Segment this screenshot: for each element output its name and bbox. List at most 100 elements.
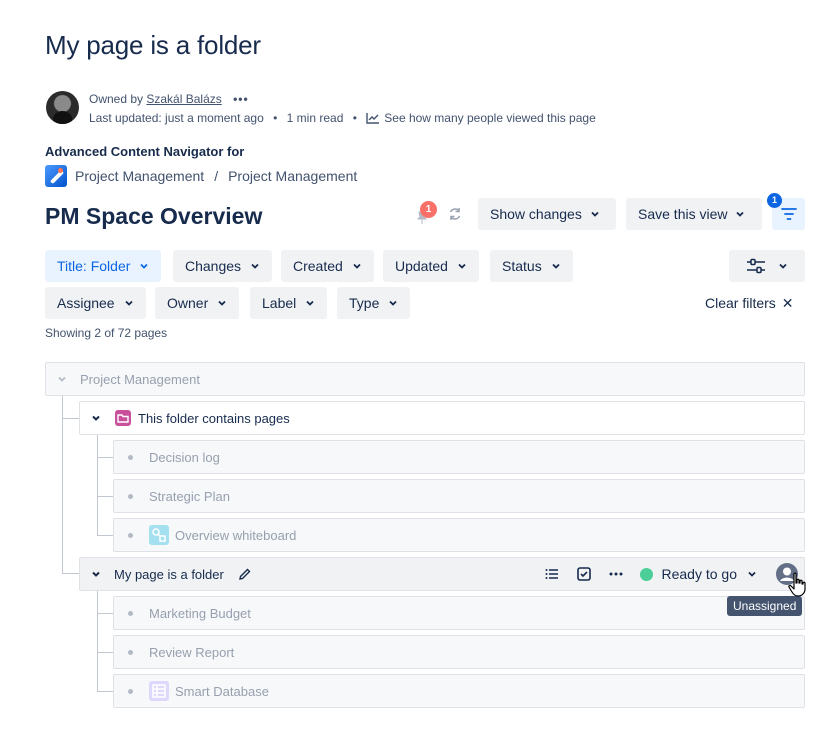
list-icon[interactable] bbox=[544, 566, 560, 582]
page-title: My page is a folder bbox=[45, 30, 261, 60]
chevron-down-icon bbox=[779, 263, 787, 269]
tree-row-label: Review Report bbox=[149, 644, 235, 660]
filter-type[interactable]: Type bbox=[337, 287, 411, 319]
owner-avatar[interactable] bbox=[46, 91, 79, 124]
breadcrumb-separator: / bbox=[214, 168, 219, 184]
bullet bbox=[128, 454, 133, 460]
tree-connector bbox=[97, 435, 98, 536]
tree-row-marketing-budget[interactable]: Marketing Budget bbox=[113, 596, 805, 630]
tree-connector bbox=[62, 418, 80, 419]
chevron-down-icon bbox=[389, 300, 397, 306]
chevron-down-icon[interactable] bbox=[90, 412, 102, 424]
result-count: Showing 2 of 72 pages bbox=[45, 326, 168, 340]
close-icon: ✕ bbox=[781, 295, 794, 311]
macro-label: Advanced Content Navigator for bbox=[45, 144, 245, 159]
filter-updated-label: Updated bbox=[395, 258, 448, 274]
filter-label[interactable]: Label bbox=[250, 287, 328, 319]
bullet bbox=[128, 493, 133, 499]
settings-sliders-icon bbox=[747, 258, 765, 274]
tree-row-page[interactable]: My page is a folder Ready to go bbox=[79, 557, 805, 591]
chevron-down-icon bbox=[140, 263, 149, 269]
chevron-down-icon bbox=[736, 211, 745, 217]
filter-title-label: Title: Folder bbox=[57, 258, 131, 274]
clear-filters-label: Clear filters bbox=[705, 295, 776, 311]
breadcrumb-space[interactable]: Project Management bbox=[75, 168, 204, 184]
filter-assignee-label: Assignee bbox=[57, 295, 115, 311]
status-label[interactable]: Ready to go bbox=[662, 566, 738, 582]
section-title: PM Space Overview bbox=[45, 203, 263, 229]
tree-row-decision-log[interactable]: Decision log bbox=[113, 440, 805, 474]
filter-created-label: Created bbox=[293, 258, 343, 274]
chevron-down-icon[interactable] bbox=[747, 569, 757, 579]
filter-label-label: Label bbox=[262, 295, 297, 311]
owner-link[interactable]: Szakál Balázs bbox=[146, 92, 221, 106]
tree-row-strategic-plan[interactable]: Strategic Plan bbox=[113, 479, 805, 513]
hand-cursor-icon bbox=[788, 572, 806, 597]
tree-connector bbox=[97, 457, 114, 458]
checkbox-icon[interactable] bbox=[576, 566, 592, 582]
more-icon[interactable]: ••• bbox=[233, 92, 249, 106]
notification-button[interactable]: 1 bbox=[414, 201, 437, 227]
filter-assignee[interactable]: Assignee bbox=[45, 287, 146, 319]
owned-prefix: Owned by bbox=[89, 92, 144, 106]
save-view-button[interactable]: Save this view bbox=[626, 198, 762, 230]
folder-icon bbox=[115, 410, 131, 426]
tree-connector bbox=[62, 573, 80, 574]
display-settings-button[interactable] bbox=[729, 250, 805, 282]
more-icon[interactable] bbox=[608, 566, 624, 582]
space-logo-icon bbox=[45, 165, 67, 187]
tree-connector bbox=[97, 613, 114, 614]
tree-connector bbox=[97, 535, 114, 536]
tree-row-review-report[interactable]: Review Report bbox=[113, 635, 805, 669]
filter-created[interactable]: Created bbox=[281, 250, 374, 282]
assignee-tooltip: Unassigned bbox=[727, 596, 803, 616]
filter-status[interactable]: Status bbox=[490, 250, 573, 282]
bullet bbox=[128, 610, 133, 616]
tree-row-label: Smart Database bbox=[175, 683, 269, 699]
chevron-down-icon[interactable] bbox=[90, 568, 102, 580]
save-view-label: Save this view bbox=[638, 206, 728, 222]
chevron-down-icon bbox=[552, 263, 560, 269]
filter-updated[interactable]: Updated bbox=[383, 250, 479, 282]
tree-connector bbox=[97, 590, 98, 691]
whiteboard-icon bbox=[149, 525, 169, 545]
filter-type-label: Type bbox=[349, 295, 380, 311]
refresh-icon[interactable] bbox=[447, 206, 463, 222]
tree-row-overview-whiteboard[interactable]: Overview whiteboard bbox=[113, 518, 805, 552]
chevron-down-icon bbox=[124, 300, 133, 306]
tree-row-root[interactable]: Project Management bbox=[45, 362, 805, 396]
last-updated: Last updated: just a moment ago bbox=[89, 111, 264, 125]
clear-filters-button[interactable]: Clear filters ✕ bbox=[705, 295, 794, 312]
filter-owner[interactable]: Owner bbox=[155, 287, 240, 319]
chevron-down-icon bbox=[251, 263, 259, 269]
chevron-down-icon bbox=[458, 263, 466, 269]
breadcrumb-page[interactable]: Project Management bbox=[228, 168, 357, 184]
tree-row-label: Project Management bbox=[80, 371, 200, 387]
tree-row-folder[interactable]: This folder contains pages bbox=[79, 401, 805, 435]
chevron-down-icon bbox=[353, 263, 361, 269]
analytics-link[interactable]: See how many people viewed this page bbox=[366, 111, 596, 125]
read-time: 1 min read bbox=[286, 111, 344, 125]
tree-row-label: Overview whiteboard bbox=[175, 527, 297, 543]
chevron-down-icon[interactable] bbox=[56, 373, 68, 385]
filter-title[interactable]: Title: Folder bbox=[45, 250, 162, 282]
meta-separator: • bbox=[273, 111, 278, 125]
show-changes-button[interactable]: Show changes bbox=[478, 198, 616, 230]
analytics-label: See how many people viewed this page bbox=[384, 111, 596, 125]
tree-connector bbox=[97, 691, 114, 692]
filter-changes[interactable]: Changes bbox=[173, 250, 273, 282]
filter-count-badge: 1 bbox=[767, 193, 782, 208]
edit-icon[interactable] bbox=[238, 567, 252, 581]
tree-row-label: This folder contains pages bbox=[138, 410, 290, 426]
row-actions: Ready to go bbox=[544, 558, 805, 590]
chevron-down-icon bbox=[591, 211, 599, 217]
database-icon bbox=[149, 681, 169, 701]
filter-status-label: Status bbox=[502, 258, 542, 274]
bullet bbox=[128, 688, 133, 694]
tree-connector bbox=[97, 496, 114, 497]
show-changes-label: Show changes bbox=[490, 206, 582, 222]
chevron-down-icon bbox=[218, 300, 226, 306]
notification-badge: 1 bbox=[420, 201, 437, 218]
tree-connector bbox=[97, 652, 114, 653]
tree-row-smart-database[interactable]: Smart Database bbox=[113, 674, 805, 708]
